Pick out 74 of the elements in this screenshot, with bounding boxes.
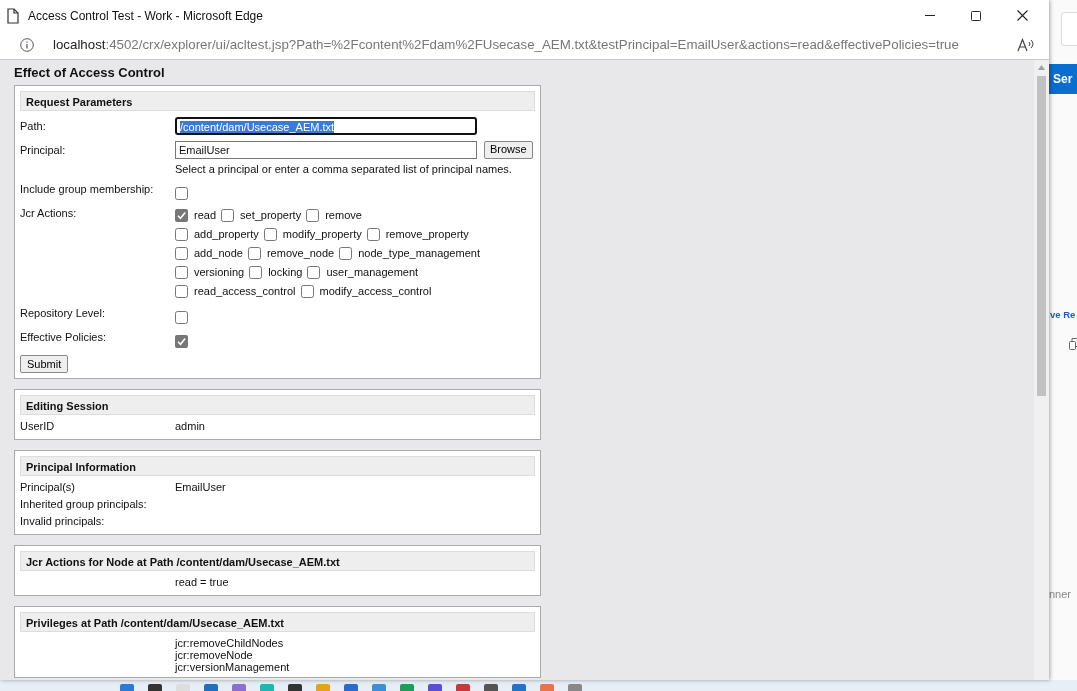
footer-text: nner <box>1049 587 1073 603</box>
checkbox[interactable] <box>175 310 188 324</box>
checkbox-label[interactable]: remove_node <box>266 245 335 262</box>
field-label: Path: <box>20 119 46 132</box>
checkbox[interactable] <box>175 247 188 261</box>
privilege-text: jcr:removeNode <box>175 649 253 662</box>
window-title: Access Control Test - Work - Microsoft Edge <box>28 7 264 25</box>
section-header: Principal Information <box>20 456 535 477</box>
row-value: read = true <box>175 575 229 591</box>
scroll-up-icon[interactable] <box>1038 64 1045 70</box>
checkbox[interactable] <box>175 209 188 223</box>
section-header: Privileges at Path /content/dam/Usecase_AEM.txt <box>20 612 535 633</box>
document-icon <box>6 7 20 24</box>
text-field[interactable]: /content/dam/Usecase_AEM.txt <box>175 116 477 135</box>
link-text[interactable]: ve Re <box>1049 308 1077 323</box>
read-aloud-icon[interactable] <box>1017 37 1035 52</box>
row-value: EmailUser <box>175 480 226 496</box>
minimize-icon <box>925 15 935 16</box>
checkbox[interactable] <box>175 285 188 299</box>
maximize-icon <box>971 10 981 21</box>
checkbox[interactable] <box>263 228 277 242</box>
checkbox-label[interactable]: add_node <box>194 245 243 262</box>
checkbox-label[interactable]: node_type_management <box>358 245 480 262</box>
privilege-text: jcr:versionManagement <box>175 661 290 674</box>
checkbox-label[interactable]: modify_access_control <box>319 283 432 300</box>
checkbox-label[interactable]: modify_property <box>282 226 362 243</box>
checkbox[interactable] <box>307 266 321 280</box>
submit-button[interactable]: Submit <box>20 355 69 374</box>
close-icon <box>1016 10 1028 21</box>
url-text[interactable]: localhost:4502/crx/explorer/ui/acltest.jsp?Path=%2Fcontent%2Fdam%2FUsecase_AEM.txt&testPrincipal=EmailUser&actions=read&effectivePolicies=true <box>53 34 1017 55</box>
checkbox[interactable] <box>175 334 188 348</box>
checkbox-label[interactable]: versioning <box>194 264 245 281</box>
checkbox[interactable] <box>339 247 353 261</box>
hint-text: Select a principal or enter a comma separated list of principal names. <box>175 162 512 175</box>
field-label: Include group membership: <box>20 183 154 196</box>
row-label: UserID <box>20 420 55 433</box>
checkbox[interactable] <box>249 266 263 280</box>
text-field[interactable]: EmailUser <box>175 140 477 159</box>
checkbox-label[interactable]: user_management <box>326 264 419 281</box>
info-icon[interactable] <box>20 37 34 52</box>
checkbox[interactable] <box>175 266 188 280</box>
checkbox[interactable] <box>175 228 188 242</box>
checkbox-label[interactable]: read <box>194 207 217 224</box>
checkbox[interactable] <box>300 285 314 299</box>
section-header: Request Parameters <box>20 90 535 111</box>
section-header: Editing Session <box>20 395 535 416</box>
field-label: Jcr Actions: <box>20 207 77 220</box>
checkbox-label[interactable]: add_property <box>194 226 259 243</box>
checkbox[interactable] <box>247 247 261 261</box>
search-button[interactable]: Ser <box>1049 64 1077 94</box>
checkbox-label[interactable]: remove <box>325 207 362 224</box>
checkbox[interactable] <box>306 209 320 223</box>
row-label: Inherited group principals: <box>20 498 147 511</box>
row-label: Principal(s) <box>20 481 75 494</box>
checkbox-label[interactable]: set_property <box>240 207 302 224</box>
copy-icon[interactable] <box>1069 338 1077 351</box>
checkbox[interactable] <box>175 186 188 200</box>
checkbox-label[interactable]: read_access_control <box>194 283 296 300</box>
field-label: Repository Level: <box>20 307 105 320</box>
row-label: Invalid principals: <box>20 515 105 528</box>
row-value: admin <box>175 419 205 435</box>
checkbox[interactable] <box>366 228 380 242</box>
scrollbar-thumb[interactable] <box>1037 75 1046 396</box>
privilege-text: jcr:removeChildNodes <box>175 637 284 650</box>
input-field[interactable] <box>1061 12 1077 46</box>
checkbox[interactable] <box>221 209 235 223</box>
scrollbar[interactable] <box>1034 59 1049 680</box>
checkbox-label[interactable]: remove_property <box>385 226 469 243</box>
browse-button[interactable]: Browse <box>484 140 533 159</box>
page-heading: Effect of Access Control <box>14 63 166 82</box>
field-label: Effective Policies: <box>20 331 106 344</box>
field-label: Principal: <box>20 143 66 156</box>
section-header: Jcr Actions for Node at Path /content/dam/Usecase_AEM.txt <box>20 551 535 572</box>
checkbox-label[interactable]: locking <box>268 264 303 281</box>
